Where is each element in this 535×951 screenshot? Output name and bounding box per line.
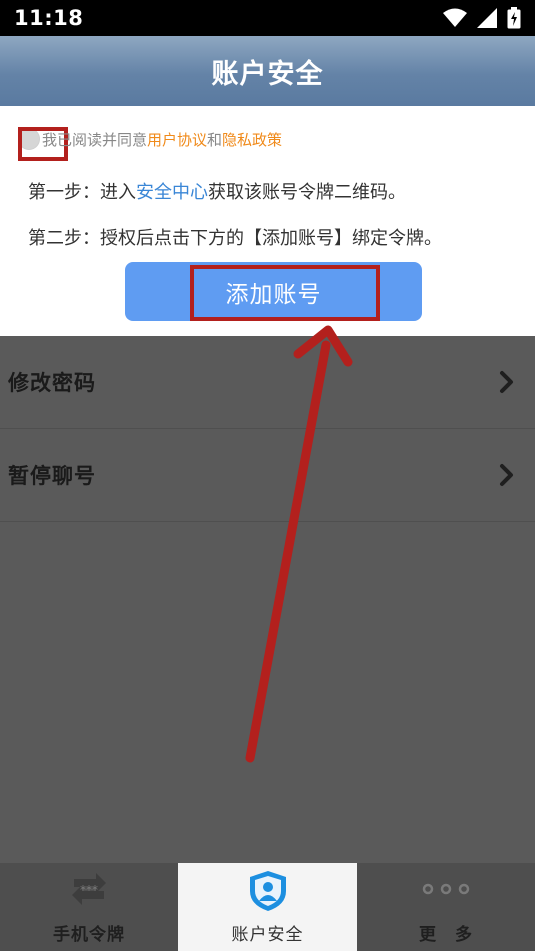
step-one: 第一步：进入安全中心获取该账号令牌二维码。	[28, 178, 406, 204]
shield-user-icon	[249, 871, 286, 911]
menu-item-label: 修改密码	[8, 371, 96, 395]
status-bar: 11:18	[0, 0, 535, 36]
battery-icon	[507, 7, 521, 29]
tab-label: 更 多	[419, 925, 473, 945]
token-icon: ***	[72, 873, 106, 905]
tab-label: 账户安全	[231, 925, 304, 945]
tab-more[interactable]: 更 多	[357, 863, 535, 951]
add-account-button[interactable]: 添加账号	[125, 262, 422, 321]
menu-item-label: 暂停聊号	[8, 464, 96, 488]
more-dots-icon	[422, 883, 470, 895]
privacy-policy-link[interactable]: 隐私政策	[222, 131, 282, 149]
signal-icon	[477, 8, 497, 28]
bottom-tab-bar: *** 手机令牌 账户安全 更 多	[0, 863, 535, 951]
agreement-checkbox[interactable]	[18, 128, 40, 150]
menu-list: 修改密码 暂停聊号	[0, 336, 535, 863]
svg-text:***: ***	[80, 883, 98, 897]
agreement-text: 我已阅读并同意用户协议和隐私政策	[42, 129, 282, 150]
security-center-link[interactable]: 安全中心	[136, 182, 208, 203]
tab-label: 手机令牌	[53, 925, 125, 945]
menu-item-suspend-account[interactable]: 暂停聊号	[0, 429, 535, 522]
user-agreement-link[interactable]: 用户协议	[147, 131, 207, 149]
step-one-prefix: 第一步：进入	[28, 182, 136, 203]
agreement-prefix: 我已阅读并同意	[42, 130, 148, 149]
instruction-card: 我已阅读并同意用户协议和隐私政策 第一步：进入安全中心获取该账号令牌二维码。 第…	[0, 106, 535, 336]
tab-mobile-token[interactable]: *** 手机令牌	[0, 863, 178, 951]
step-one-suffix: 获取该账号令牌二维码。	[208, 182, 406, 203]
status-time: 11:18	[14, 6, 84, 30]
step-two: 第二步：授权后点击下方的【添加账号】绑定令牌。	[28, 228, 442, 249]
chevron-right-icon	[500, 464, 513, 486]
menu-item-change-password[interactable]: 修改密码	[0, 336, 535, 429]
title-bar: 账户安全	[0, 36, 535, 106]
page-title: 账户安全	[211, 58, 324, 90]
tab-account-security[interactable]: 账户安全	[178, 863, 357, 951]
agreement-conjunction: 和	[207, 130, 223, 149]
chevron-right-icon	[500, 371, 513, 393]
agreement-row: 我已阅读并同意用户协议和隐私政策	[18, 128, 282, 150]
status-icons	[443, 7, 521, 29]
wifi-icon	[443, 8, 467, 27]
